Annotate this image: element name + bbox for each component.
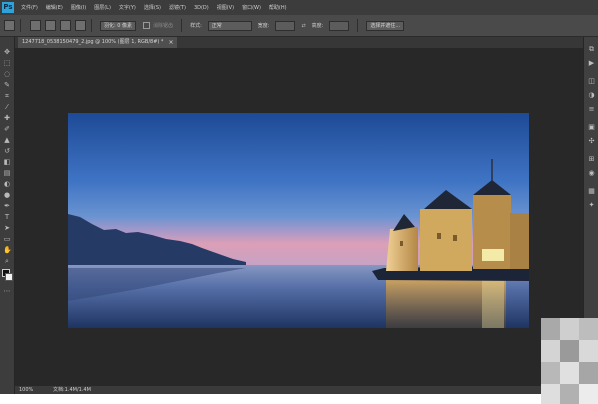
menu-view[interactable]: 视图(V) — [213, 4, 238, 11]
move-tool-icon[interactable]: ✥ — [3, 48, 11, 56]
healing-tool-icon[interactable]: ✚ — [3, 114, 11, 122]
menu-type[interactable]: 文字(Y) — [115, 4, 140, 11]
swap-icon[interactable]: ⇄ — [301, 23, 305, 29]
height-label: 高度: — [311, 23, 324, 29]
menu-help[interactable]: 帮助(H) — [265, 4, 291, 11]
marquee-preset-button[interactable] — [4, 20, 15, 31]
watermark-mosaic — [541, 318, 598, 404]
zoom-level[interactable]: 100% — [19, 386, 33, 394]
pen-tool-icon[interactable]: ✒ — [3, 202, 11, 210]
menu-file[interactable]: 文件(F) — [17, 4, 42, 11]
history-brush-icon[interactable]: ↺ — [3, 147, 11, 155]
status-bar: 100% 文档:1.4M/1.4M — [15, 386, 583, 394]
quick-select-tool-icon[interactable]: ✎ — [3, 81, 11, 89]
libraries-panel-icon[interactable]: ▣ — [587, 123, 596, 132]
crop-tool-icon[interactable]: ⌗ — [3, 92, 11, 100]
menu-image[interactable]: 图像(I) — [67, 4, 90, 11]
channels-panel-icon[interactable]: ⊞ — [587, 155, 596, 164]
feather-field[interactable]: 羽化: 0 像素 — [100, 20, 137, 31]
properties-panel-icon[interactable]: ≡ — [587, 105, 596, 114]
menu-edit[interactable]: 编辑(E) — [42, 4, 67, 11]
adjustments-panel-icon[interactable]: ◑ — [587, 91, 596, 100]
lasso-tool-icon[interactable]: ◌ — [3, 70, 11, 78]
shape-tool-icon[interactable]: ▭ — [3, 235, 11, 243]
zoom-tool-icon[interactable]: ⌕ — [3, 257, 11, 265]
menu-select[interactable]: 选择(S) — [140, 4, 165, 11]
paths-panel-icon[interactable]: ✣ — [587, 137, 596, 146]
menu-window[interactable]: 窗口(W) — [238, 4, 265, 11]
document-tab-bar: 1247718_0538150479_2.jpg @ 100% (图层 1, R… — [15, 37, 583, 48]
swatches-panel-icon[interactable]: ▦ — [587, 187, 596, 196]
tools-panel: ✥ ⬚ ◌ ✎ ⌗ ⁄ ✚ ✐ ▲ ↺ ◧ ▤ ◐ ● ✒ T ➤ ▭ ✋ ⌕ … — [0, 37, 15, 404]
layers-panel-icon[interactable]: ◫ — [587, 77, 596, 86]
antialias-checkbox[interactable] — [143, 22, 151, 29]
menu-layer[interactable]: 图层(L) — [90, 4, 115, 11]
dodge-tool-icon[interactable]: ● — [3, 191, 11, 199]
castle-keep — [420, 209, 472, 271]
document-size[interactable]: 文档:1.4M/1.4M — [53, 386, 91, 394]
castle-annex — [510, 213, 529, 269]
document-canvas[interactable] — [68, 113, 529, 328]
brush-tool-icon[interactable]: ✐ — [3, 125, 11, 133]
castle-reflection-window — [482, 279, 504, 328]
menu-filter[interactable]: 滤镜(T) — [165, 4, 190, 11]
document-tab[interactable]: 1247718_0538150479_2.jpg @ 100% (图层 1, R… — [18, 37, 178, 48]
history-panel-icon[interactable]: ⧉ — [587, 45, 596, 54]
path-select-tool-icon[interactable]: ➤ — [3, 224, 11, 232]
add-selection-button[interactable] — [45, 20, 56, 31]
blur-tool-icon[interactable]: ◐ — [3, 180, 11, 188]
menu-3d[interactable]: 3D(D) — [190, 5, 213, 11]
select-and-mask-button[interactable]: 选择并遮住... — [366, 20, 405, 31]
new-selection-button[interactable] — [30, 20, 41, 31]
options-divider — [20, 19, 21, 32]
style-select[interactable]: 正常 — [207, 20, 252, 31]
type-tool-icon[interactable]: T — [3, 213, 11, 221]
actions-panel-icon[interactable]: ▶ — [587, 59, 596, 68]
options-divider — [357, 19, 359, 32]
height-field[interactable] — [329, 20, 350, 31]
brush-panel-icon[interactable]: ✦ — [587, 201, 596, 210]
edit-toolbar-icon[interactable]: ⋯ — [3, 287, 11, 295]
background-color-swatch[interactable] — [5, 273, 13, 281]
options-divider — [181, 19, 183, 32]
castle-wall — [386, 227, 418, 271]
stamp-tool-icon[interactable]: ▲ — [3, 136, 11, 144]
gradient-tool-icon[interactable]: ▤ — [3, 169, 11, 177]
document-tab-title: 1247718_0538150479_2.jpg @ 100% (图层 1, R… — [22, 39, 164, 45]
castle-window — [437, 233, 441, 239]
intersect-selection-button[interactable] — [75, 20, 86, 31]
eraser-tool-icon[interactable]: ◧ — [3, 158, 11, 166]
options-bar: 羽化: 0 像素 消除锯齿 样式: 正常 宽度: ⇄ 高度: 选择并遮住... — [0, 15, 598, 37]
castle-window-glow — [482, 249, 504, 261]
marquee-tool-icon[interactable]: ⬚ — [3, 59, 11, 67]
close-tab-icon[interactable]: × — [168, 37, 173, 48]
antialias-label: 消除锯齿 — [153, 23, 174, 29]
hand-tool-icon[interactable]: ✋ — [3, 246, 12, 254]
photoshop-window: Ps 文件(F) 编辑(E) 图像(I) 图层(L) 文字(Y) 选择(S) 滤… — [0, 0, 598, 404]
castle-window — [400, 241, 403, 246]
color-panel-icon[interactable]: ◉ — [587, 169, 596, 178]
photoshop-logo-icon: Ps — [2, 2, 14, 13]
menu-bar: Ps 文件(F) 编辑(E) 图像(I) 图层(L) 文字(Y) 选择(S) 滤… — [0, 0, 598, 15]
options-divider — [91, 19, 92, 32]
subtract-selection-button[interactable] — [60, 20, 71, 31]
style-label: 样式: — [190, 23, 202, 29]
page-footer-strip — [0, 394, 598, 404]
width-label: 宽度: — [257, 23, 270, 29]
castle-window — [453, 235, 457, 241]
width-field[interactable] — [275, 20, 296, 31]
eyedropper-tool-icon[interactable]: ⁄ — [3, 103, 11, 111]
